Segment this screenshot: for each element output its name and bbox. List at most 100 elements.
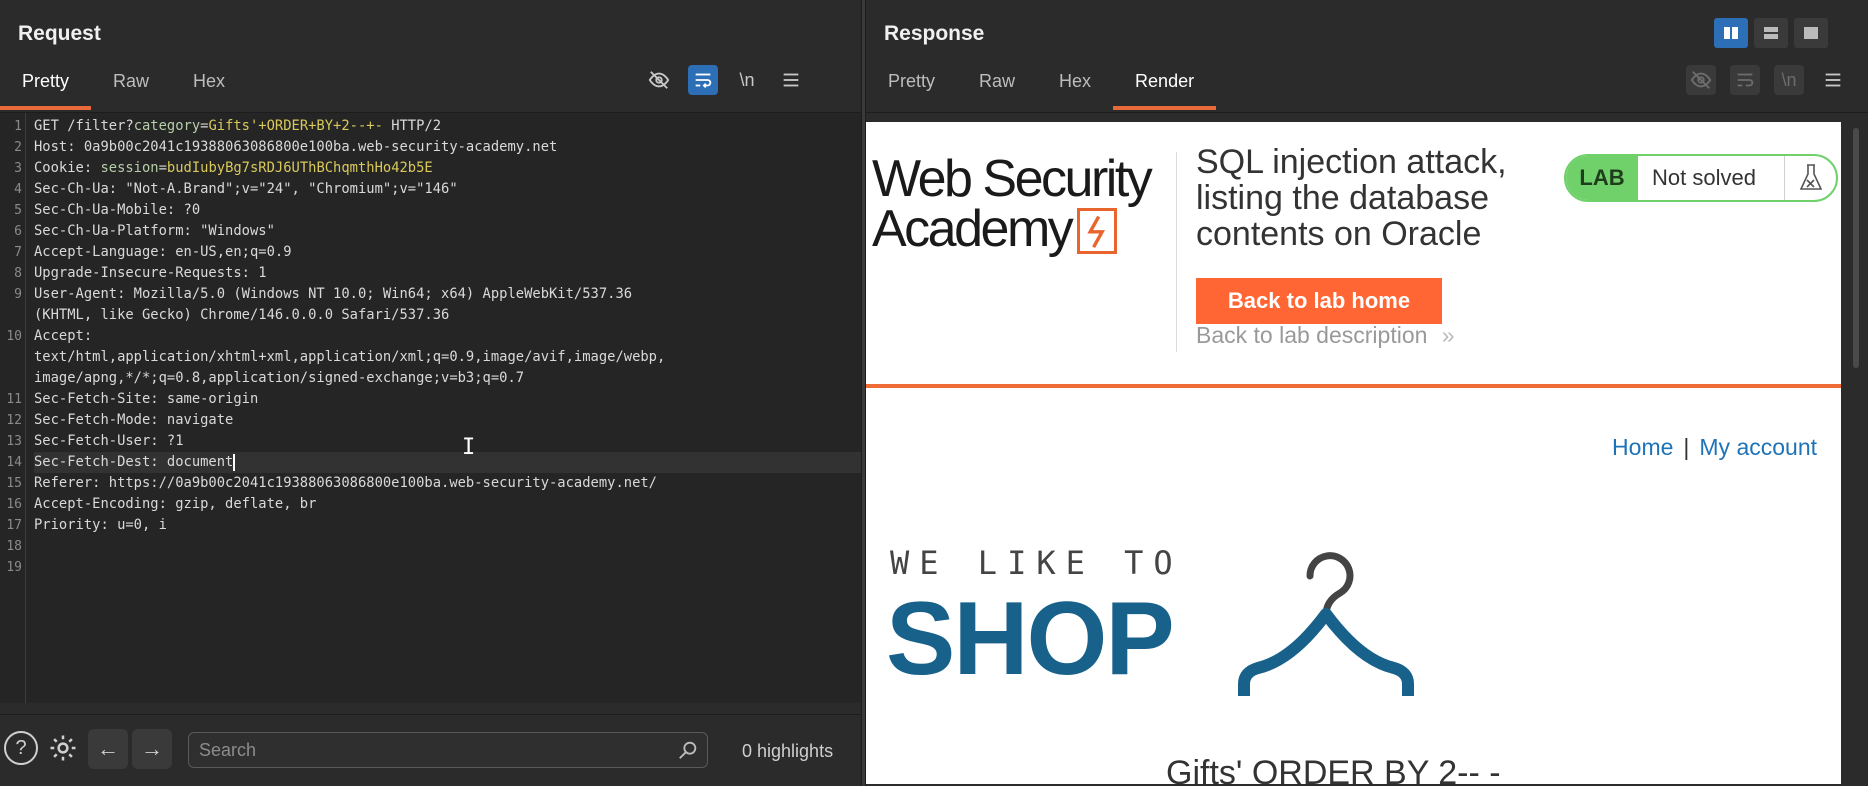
- lab-title: SQL injection attack, listing the databa…: [1196, 143, 1507, 253]
- top-navigation: Home | My account: [1612, 434, 1817, 460]
- previous-arrow-icon[interactable]: ←: [88, 729, 128, 769]
- hide-nonprintable-icon[interactable]: [1686, 65, 1716, 95]
- line-number: 8: [14, 266, 22, 281]
- code-token: Priority: u=0, i: [34, 517, 167, 533]
- side-by-side-layout-icon[interactable]: [1714, 18, 1748, 48]
- line-number: 2: [14, 140, 22, 155]
- rendered-page[interactable]: Web Security Academy SQL injection attac…: [866, 122, 1841, 784]
- code-token: Sec-Ch-Ua-Mobile: ?0: [34, 202, 201, 218]
- code-token: Upgrade-Insecure-Requests: 1: [34, 265, 267, 281]
- lab-badge-label: LAB: [1566, 156, 1638, 200]
- code-line[interactable]: 3 Cookie: session=budIubyBg7sRDJ6UThBChqm…: [14, 158, 853, 179]
- code-line[interactable]: 19: [6, 557, 853, 578]
- tab-hex[interactable]: Hex: [171, 66, 247, 110]
- line-number: 12: [6, 413, 22, 428]
- web-security-academy-logo[interactable]: Web Security Academy: [872, 153, 1164, 255]
- wrap-lines-icon[interactable]: [1730, 65, 1760, 95]
- code-token: session: [100, 160, 159, 176]
- request-pane: Request Pretty Raw Hex \n 1 GET /filter?c…: [0, 0, 861, 786]
- nav-my-account-link[interactable]: My account: [1699, 434, 1817, 460]
- tab-pretty[interactable]: Pretty: [866, 66, 957, 110]
- tab-pretty[interactable]: Pretty: [0, 66, 92, 110]
- code-line[interactable]: image/apng,*/*;q=0.8,application/signed-…: [34, 368, 853, 389]
- lab-status: Not solved: [1652, 165, 1756, 190]
- shop-tagline: WE LIKE TO: [890, 544, 1183, 582]
- search-box: [188, 732, 708, 768]
- help-icon[interactable]: ?: [4, 731, 38, 765]
- newline-icon[interactable]: \n: [732, 65, 762, 95]
- response-toolbar: \n: [1686, 64, 1848, 96]
- code-line[interactable]: 11 Sec-Fetch-Site: same-origin: [6, 389, 853, 410]
- line-number: 6: [14, 224, 22, 239]
- line-number: 1: [14, 119, 22, 134]
- tab-render[interactable]: Render: [1113, 66, 1217, 110]
- back-to-lab-description-link[interactable]: Back to lab description »: [1196, 322, 1455, 349]
- code-line[interactable]: 14 Sec-Fetch-Dest: document: [6, 452, 861, 473]
- code-line[interactable]: 16 Accept-Encoding: gzip, deflate, br: [6, 494, 853, 515]
- search-icon[interactable]: [677, 739, 699, 761]
- lab-status-badge: LAB Not solved: [1564, 154, 1838, 202]
- line-number: 4: [14, 182, 22, 197]
- tab-hex[interactable]: Hex: [1037, 66, 1113, 110]
- response-title: Response: [884, 22, 985, 45]
- line-number: 5: [14, 203, 22, 218]
- newline-icon[interactable]: \n: [1774, 65, 1804, 95]
- caret: [233, 453, 236, 471]
- tab-raw[interactable]: Raw: [91, 66, 171, 110]
- request-editor[interactable]: 1 GET /filter?category = Gifts'+ORDER+BY+2-…: [0, 113, 861, 703]
- line-number: 9: [14, 287, 22, 302]
- code-line[interactable]: 17 Priority: u=0, i: [6, 515, 853, 536]
- request-tabs: Pretty Raw Hex: [0, 66, 247, 112]
- hide-nonprintable-icon[interactable]: [644, 65, 674, 95]
- code-token: Gifts'+ORDER+BY+2--+-: [208, 118, 383, 134]
- shop-logo-text: SHOP: [886, 581, 1175, 697]
- request-bottom-bar: ? ← → 0 highlights: [0, 714, 861, 786]
- code-line[interactable]: 18: [6, 536, 853, 557]
- code-token: category: [133, 118, 201, 134]
- code-token: Accept-Encoding: gzip, deflate, br: [34, 496, 317, 512]
- code-line[interactable]: 2 Host: 0a9b00c2041c19388063086800e100ba.…: [14, 137, 853, 158]
- code-line[interactable]: 7 Accept-Language: en-US,en;q=0.9: [14, 242, 853, 263]
- code-line[interactable]: (KHTML, like Gecko) Chrome/146.0.0.0 Saf…: [34, 305, 853, 326]
- text-cursor-icon: I: [462, 435, 476, 460]
- code-line[interactable]: 8 Upgrade-Insecure-Requests: 1: [14, 263, 853, 284]
- code-token: Host: 0a9b00c2041c19388063086800e100ba.w…: [34, 139, 558, 155]
- code-token: Cookie:: [34, 160, 101, 176]
- code-token: Accept:: [34, 328, 93, 344]
- code-line[interactable]: 15 Referer: https://0a9b00c2041c193880630…: [6, 473, 853, 494]
- line-number: 7: [14, 245, 22, 260]
- lightning-bolt-icon: [1077, 208, 1118, 254]
- code-token: =: [158, 160, 167, 176]
- line-number: 13: [6, 434, 22, 449]
- code-token: text/html,application/xhtml+xml,applicat…: [34, 349, 666, 365]
- code-token: Sec-Fetch-Mode: navigate: [34, 412, 234, 428]
- tab-raw[interactable]: Raw: [957, 66, 1037, 110]
- code-line[interactable]: 13 Sec-Fetch-User: ?1: [6, 431, 853, 452]
- code-line[interactable]: 6 Sec-Ch-Ua-Platform: "Windows": [14, 221, 853, 242]
- back-to-lab-home-button[interactable]: Back to lab home: [1196, 278, 1442, 324]
- stacked-layout-icon[interactable]: [1754, 18, 1788, 48]
- menu-icon[interactable]: [1818, 65, 1848, 95]
- code-token: Sec-Ch-Ua-Platform: "Windows": [34, 223, 275, 239]
- code-line[interactable]: 10 Accept:: [6, 326, 853, 347]
- code-line[interactable]: 9 User-Agent: Mozilla/5.0 (Windows NT 10.…: [14, 284, 853, 305]
- code-line[interactable]: 4 Sec-Ch-Ua: "Not-A.Brand";v="24", "Chrom…: [14, 179, 853, 200]
- search-input[interactable]: [189, 733, 669, 767]
- code-token: User-Agent: Mozilla/5.0 (Windows NT 10.0…: [34, 286, 633, 302]
- code-line[interactable]: 5 Sec-Ch-Ua-Mobile: ?0: [14, 200, 853, 221]
- next-arrow-icon[interactable]: →: [132, 729, 172, 769]
- line-number: 3: [14, 161, 22, 176]
- settings-gear-icon[interactable]: [46, 731, 80, 765]
- request-code[interactable]: 1 GET /filter?category = Gifts'+ORDER+BY+2-…: [6, 116, 861, 578]
- code-token: Sec-Ch-Ua: "Not-A.Brand";v="24", "Chromi…: [34, 181, 458, 197]
- code-line[interactable]: 12 Sec-Fetch-Mode: navigate: [6, 410, 853, 431]
- render-scrollbar[interactable]: [1841, 122, 1868, 784]
- code-line[interactable]: text/html,application/xhtml+xml,applicat…: [34, 347, 853, 368]
- wrap-lines-icon[interactable]: [688, 65, 718, 95]
- single-pane-layout-icon[interactable]: [1794, 18, 1828, 48]
- code-line[interactable]: 1 GET /filter?category=Gifts'+ORDER+BY+2-…: [14, 116, 853, 137]
- nav-home-link[interactable]: Home: [1612, 434, 1673, 460]
- menu-icon[interactable]: [776, 65, 806, 95]
- layout-toggles: [1714, 18, 1828, 48]
- code-token: (KHTML, like Gecko) Chrome/146.0.0.0 Saf…: [34, 307, 450, 323]
